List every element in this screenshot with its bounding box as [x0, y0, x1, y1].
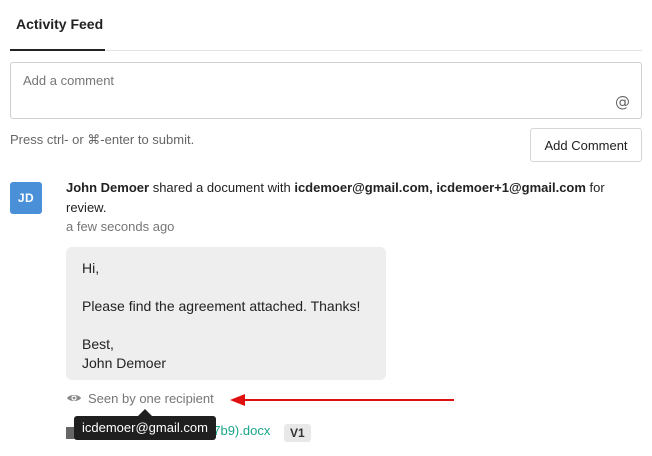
- submit-hint: Press ctrl- or ⌘-enter to submit.: [10, 132, 195, 147]
- comment-input[interactable]: [11, 63, 641, 118]
- seen-indicator[interactable]: Seen by one recipient: [66, 390, 214, 406]
- message-line: John Demoer: [82, 355, 167, 371]
- recipient-tooltip: icdemoer@gmail.com: [74, 416, 216, 440]
- version-badge: V1: [284, 424, 311, 442]
- seen-text: Seen by one recipient: [88, 390, 214, 406]
- add-comment-button[interactable]: Add Comment: [530, 128, 642, 162]
- timestamp: a few seconds ago: [66, 219, 175, 234]
- annotation-arrow: [230, 394, 454, 406]
- actor-name[interactable]: John Demoer: [66, 180, 149, 195]
- activity-description: John Demoer shared a document with icdem…: [66, 178, 636, 218]
- tooltip-pointer: [138, 409, 152, 416]
- eye-icon: [67, 395, 81, 401]
- message-line: Hi,: [82, 260, 100, 276]
- comment-box: @: [10, 62, 642, 119]
- message-bubble: Hi, Please find the agreement attached. …: [66, 247, 386, 380]
- recipients: icdemoer@gmail.com, icdemoer+1@gmail.com: [294, 180, 586, 195]
- tab-bar: Activity Feed: [10, 0, 642, 51]
- avatar: JD: [10, 182, 42, 214]
- message-line: Best,: [82, 336, 114, 352]
- message-line: Please find the agreement attached. Than…: [82, 298, 361, 314]
- mention-at-icon[interactable]: @: [615, 93, 630, 111]
- tab-activity-feed[interactable]: Activity Feed: [10, 0, 105, 51]
- action-text: shared a document with: [149, 180, 295, 195]
